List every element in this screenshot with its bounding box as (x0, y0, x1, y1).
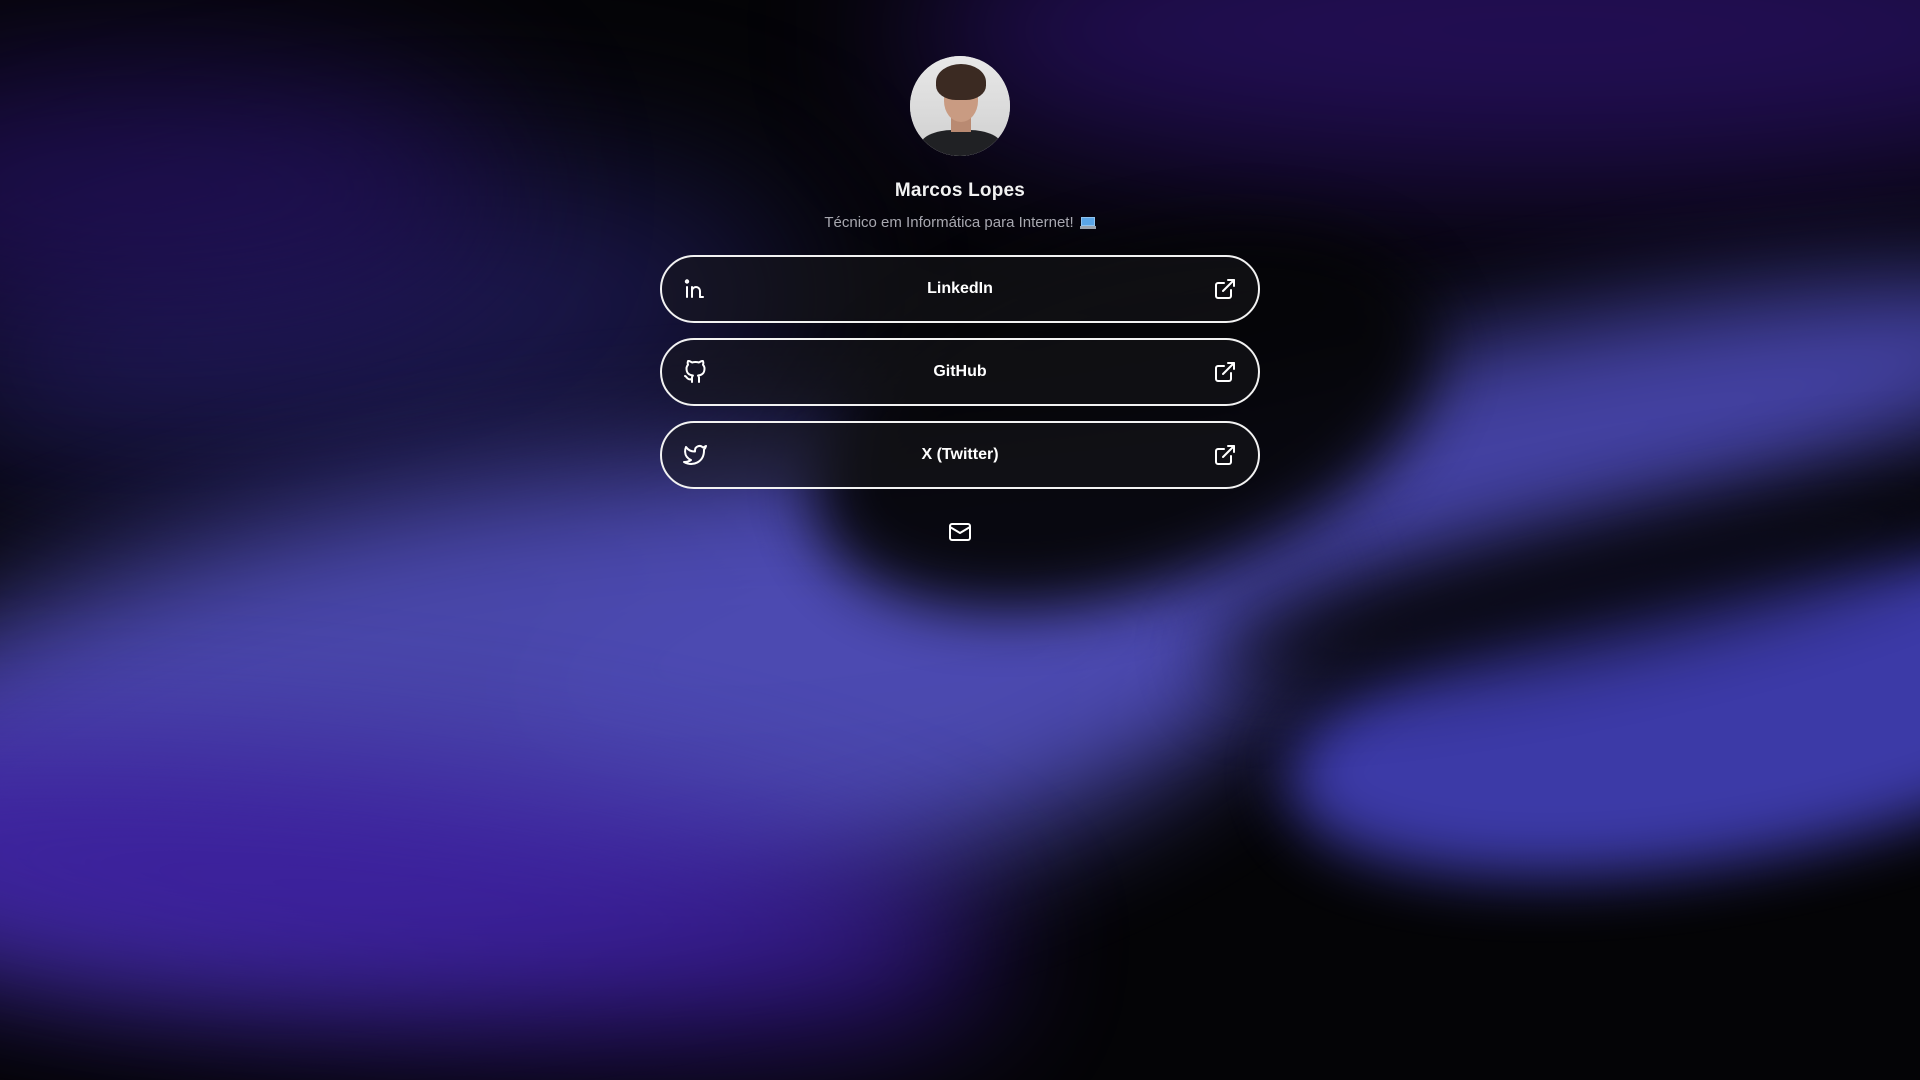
github-link-label: GitHub (933, 363, 987, 380)
linkedin-icon (682, 276, 708, 302)
github-icon (682, 359, 708, 385)
avatar (910, 56, 1010, 156)
profile-name: Marcos Lopes (894, 180, 1026, 201)
twitter-icon (682, 442, 708, 468)
profile-subtitle: Técnico em Informática para Internet! (824, 214, 1096, 231)
external-link-icon (1212, 276, 1238, 302)
link-list: LinkedIn GitHub X (Twitter) (660, 255, 1260, 489)
linkedin-link-label: LinkedIn (927, 280, 993, 297)
github-link-button[interactable]: GitHub (660, 338, 1260, 406)
profile-subtitle-text: Técnico em Informática para Internet! (824, 214, 1074, 231)
twitter-link-button[interactable]: X (Twitter) (660, 421, 1260, 489)
mail-icon[interactable] (947, 519, 973, 545)
laptop-emoji-icon (1079, 217, 1096, 229)
profile-card: Marcos Lopes Técnico em Informática para… (0, 0, 1920, 1080)
external-link-icon (1212, 359, 1238, 385)
linkedin-link-button[interactable]: LinkedIn (660, 255, 1260, 323)
twitter-link-label: X (Twitter) (921, 446, 999, 463)
external-link-icon (1212, 442, 1238, 468)
